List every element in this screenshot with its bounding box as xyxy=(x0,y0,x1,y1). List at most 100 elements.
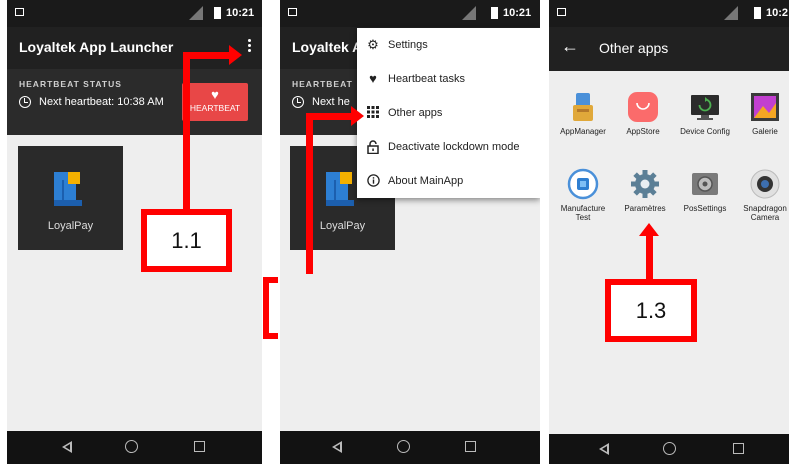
appstore-icon xyxy=(627,91,659,123)
menu-item-deactivate-lockdown[interactable]: Deactivate lockdown mode xyxy=(357,130,540,164)
recent-apps-icon[interactable] xyxy=(194,441,205,452)
status-bar: 10:2 xyxy=(549,0,789,27)
overflow-menu: ⚙ Settings ♥ Heartbeat tasks Other apps … xyxy=(357,28,540,198)
next-heartbeat-text: Next he xyxy=(312,96,350,108)
app-label: Galerie xyxy=(752,127,778,136)
signal-icon xyxy=(724,6,738,20)
page-title: Loyaltek App Launcher xyxy=(19,39,174,55)
clock-icon xyxy=(19,96,31,108)
status-bar: 10:21 xyxy=(280,0,540,27)
annotation-arrow-line xyxy=(183,52,190,212)
screen-launcher-menu: 10:21 Loyaltek A HEARTBEAT Next he Loyal… xyxy=(280,0,540,464)
battery-icon xyxy=(214,7,221,19)
info-icon xyxy=(366,174,380,188)
heartbeat-panel: HEARTBEAT STATUS Next heartbeat: 10:38 A… xyxy=(7,69,262,135)
device-config-icon xyxy=(689,91,721,123)
nav-bar xyxy=(280,431,540,464)
menu-item-settings[interactable]: ⚙ Settings xyxy=(357,28,540,62)
home-icon[interactable] xyxy=(663,442,676,455)
appmanager-icon xyxy=(567,91,599,123)
pos-settings-icon xyxy=(689,168,721,200)
heartbeat-button[interactable]: ♥ HEARTBEAT xyxy=(182,83,248,121)
settings-gear-icon xyxy=(629,168,661,200)
menu-item-heartbeat-tasks[interactable]: ♥ Heartbeat tasks xyxy=(357,62,540,96)
recent-apps-icon[interactable] xyxy=(465,441,476,452)
app-device-config[interactable]: Device Config xyxy=(675,91,735,136)
annotation-box-edge xyxy=(263,333,278,339)
notification-icon xyxy=(557,8,566,16)
home-icon[interactable] xyxy=(125,440,138,453)
grid-icon xyxy=(366,106,380,120)
annotation-arrow-line xyxy=(646,236,653,280)
back-icon[interactable] xyxy=(332,441,342,453)
recent-apps-icon[interactable] xyxy=(733,443,744,454)
menu-item-about[interactable]: About MainApp xyxy=(357,164,540,198)
battery-icon xyxy=(491,7,498,19)
unlock-icon xyxy=(366,140,380,155)
menu-item-label: Settings xyxy=(388,39,428,51)
heartbeat-button-label: HEARTBEAT xyxy=(189,103,241,113)
back-arrow-icon[interactable]: ← xyxy=(561,36,579,57)
clock-icon xyxy=(292,96,304,108)
menu-item-label: Heartbeat tasks xyxy=(388,73,466,85)
app-snapdragon-camera[interactable]: Snapdragon Camera xyxy=(735,168,789,222)
clock-time: 10:2 xyxy=(766,7,789,19)
app-label: Device Config xyxy=(680,127,730,136)
tile-label: LoyalPay xyxy=(47,220,94,232)
app-label: PosSettings xyxy=(683,204,727,213)
app-parametres[interactable]: Paramètres xyxy=(615,168,675,213)
annotation-box-edge xyxy=(263,277,278,283)
heartbeat-status-label: HEARTBEAT STATUS xyxy=(19,79,122,89)
annotation-step-1-3: 1.3 xyxy=(605,279,697,342)
heart-icon: ♥ xyxy=(369,71,377,86)
annotation-arrow-line xyxy=(183,52,232,59)
annotation-arrowhead xyxy=(229,45,242,65)
annotation-step-1-1: 1.1 xyxy=(141,209,232,272)
signal-icon xyxy=(462,6,476,20)
nav-bar xyxy=(549,434,789,464)
page-title: Loyaltek A xyxy=(292,39,363,55)
page-title: Other apps xyxy=(599,40,669,56)
nav-bar xyxy=(7,431,262,464)
notification-icon xyxy=(288,8,297,16)
loyalpay-icon xyxy=(326,172,360,206)
screen-other-apps: 10:2 ← Other apps AppManager AppStore De… xyxy=(549,0,789,464)
menu-item-label: Deactivate lockdown mode xyxy=(388,141,520,153)
annotation-box-edge xyxy=(263,277,269,339)
app-appmanager[interactable]: AppManager xyxy=(553,91,613,136)
app-bar: ← Other apps xyxy=(549,27,789,71)
app-manufacture-test[interactable]: Manufacture Test xyxy=(553,168,613,222)
loyalpay-icon xyxy=(54,172,88,206)
annotation-arrow-line xyxy=(306,113,354,120)
clock-time: 10:21 xyxy=(503,7,532,19)
gear-icon: ⚙ xyxy=(367,37,379,52)
back-icon[interactable] xyxy=(599,443,609,455)
gallery-icon xyxy=(749,91,781,123)
signal-icon xyxy=(189,6,203,20)
app-label: Paramètres xyxy=(624,204,666,213)
app-label: Manufacture Test xyxy=(560,204,606,222)
clock-time: 10:21 xyxy=(226,7,255,19)
app-galerie[interactable]: Galerie xyxy=(735,91,789,136)
manufacture-test-icon xyxy=(567,168,599,200)
app-label: AppManager xyxy=(560,127,606,136)
annotation-arrowhead xyxy=(351,106,364,126)
app-tile-loyalpay[interactable]: LoyalPay xyxy=(18,146,123,250)
battery-icon xyxy=(754,7,761,19)
home-icon[interactable] xyxy=(397,440,410,453)
overflow-menu-icon[interactable] xyxy=(248,39,252,54)
annotation-arrowhead xyxy=(639,223,659,236)
menu-item-other-apps[interactable]: Other apps xyxy=(357,96,540,130)
annotation-arrow-line xyxy=(306,113,313,274)
heart-icon: ♥ xyxy=(211,87,219,102)
app-label: AppStore xyxy=(626,127,660,136)
app-possettings[interactable]: PosSettings xyxy=(675,168,735,213)
back-icon[interactable] xyxy=(62,441,72,453)
status-bar: 10:21 xyxy=(7,0,262,27)
heartbeat-status-label: HEARTBEAT xyxy=(292,79,353,89)
notification-icon xyxy=(15,8,24,16)
menu-item-label: About MainApp xyxy=(388,175,464,187)
app-bar: Loyaltek App Launcher xyxy=(7,27,262,69)
app-appstore[interactable]: AppStore xyxy=(613,91,673,136)
camera-icon xyxy=(749,168,781,200)
